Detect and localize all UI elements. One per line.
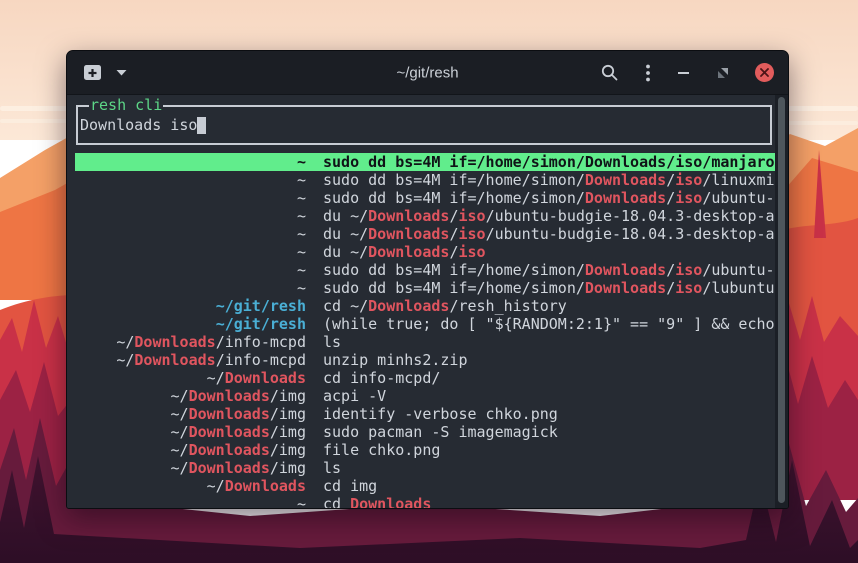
history-row-command: sudo dd bs=4M if=/home/simon/Downloads/i… [323, 171, 776, 189]
history-row-command: cd ~/Downloads/resh_history [323, 297, 776, 315]
history-row[interactable]: ~/Downloads/img acpi -V [75, 387, 776, 405]
chevron-down-icon [116, 69, 127, 76]
history-row[interactable]: ~ du ~/Downloads/iso/ubuntu-budgie-18.04.… [75, 207, 776, 225]
scrollbar-track[interactable] [775, 95, 788, 509]
history-row-command: sudo dd bs=4M if=/home/simon/Downloads/i… [323, 261, 776, 279]
history-row[interactable]: ~ du ~/Downloads/iso [75, 243, 776, 261]
history-row-path: ~/git/resh [75, 297, 306, 315]
minimize-button[interactable] [676, 69, 691, 77]
titlebar-left-controls [81, 62, 129, 83]
history-row-path: ~/git/resh [75, 315, 306, 333]
history-row[interactable]: ~/git/resh (while true; do [ "${RANDOM:2:… [75, 315, 776, 333]
history-row-path: ~ [75, 153, 306, 171]
search-button[interactable] [599, 62, 620, 83]
history-row-path: ~/Downloads/img [75, 441, 306, 459]
history-row-path: ~/Downloads/img [75, 387, 306, 405]
history-row-command: sudo pacman -S imagemagick [323, 423, 776, 441]
history-list: ~ sudo dd bs=4M if=/home/simon/Downloads/… [75, 153, 776, 509]
search-query-input[interactable]: Downloads iso [78, 107, 770, 143]
history-row[interactable]: ~ sudo dd bs=4M if=/home/simon/Downloads/… [75, 261, 776, 279]
history-row[interactable]: ~ cd Downloads [75, 495, 776, 509]
history-row-path: ~/Downloads/info-mcpd [75, 333, 306, 351]
history-row-command: sudo dd bs=4M if=/home/simon/Downloads/i… [323, 189, 776, 207]
close-icon [760, 68, 769, 77]
history-row-path: ~ [75, 279, 306, 297]
restore-icon [717, 67, 729, 79]
search-query-text: Downloads iso [80, 116, 197, 134]
history-row-path: ~ [75, 495, 306, 509]
history-row-path: ~/Downloads [75, 369, 306, 387]
history-row-command: file chko.png [323, 441, 776, 459]
history-row-path: ~ [75, 261, 306, 279]
history-row-command: sudo dd bs=4M if=/home/simon/Downloads/i… [323, 279, 776, 297]
terminal-window: ~/git/resh [66, 50, 789, 509]
titlebar: ~/git/resh [67, 51, 788, 95]
history-row-command: (while true; do [ "${RANDOM:2:1}" == "9"… [323, 315, 776, 333]
history-row-path: ~/Downloads/img [75, 405, 306, 423]
history-row-command: identify -verbose chko.png [323, 405, 776, 423]
terminal-content: resh cli Downloads iso ~ sudo dd bs=4M if… [67, 95, 788, 509]
history-row-command: ls [323, 459, 776, 477]
history-row-path: ~/Downloads/info-mcpd [75, 351, 306, 369]
history-row-command: acpi -V [323, 387, 776, 405]
resh-search-panel: resh cli Downloads iso [76, 105, 772, 145]
history-row[interactable]: ~/Downloads cd info-mcpd/ [75, 369, 776, 387]
menu-button[interactable] [644, 62, 652, 84]
tab-chooser-button[interactable] [114, 67, 129, 78]
history-row[interactable]: ~/Downloads/img identify -verbose chko.pn… [75, 405, 776, 423]
new-tab-icon [83, 64, 102, 81]
history-row[interactable]: ~/Downloads/img ls [75, 459, 776, 477]
history-row[interactable]: ~ sudo dd bs=4M if=/home/simon/Downloads/… [75, 189, 776, 207]
history-row[interactable]: ~ sudo dd bs=4M if=/home/simon/Downloads/… [75, 171, 776, 189]
restore-button[interactable] [715, 65, 731, 81]
history-row-path: ~ [75, 225, 306, 243]
history-row[interactable]: ~/Downloads/info-mcpd ls [75, 333, 776, 351]
scrollbar-thumb[interactable] [778, 97, 785, 503]
history-row-path: ~/Downloads/img [75, 459, 306, 477]
history-row[interactable]: ~/Downloads cd img [75, 477, 776, 495]
history-row-path: ~ [75, 171, 306, 189]
history-row-path: ~ [75, 189, 306, 207]
text-cursor [197, 117, 206, 134]
history-row-command: sudo dd bs=4M if=/home/simon/Downloads/i… [323, 153, 776, 171]
history-row-command: cd info-mcpd/ [323, 369, 776, 387]
history-row-command: du ~/Downloads/iso/ubuntu-budgie-18.04.3… [323, 207, 776, 225]
history-row[interactable]: ~/Downloads/img file chko.png [75, 441, 776, 459]
history-row-command: cd Downloads [323, 495, 776, 509]
kebab-menu-icon [646, 64, 650, 82]
history-row-command: du ~/Downloads/iso [323, 243, 776, 261]
history-row-command: du ~/Downloads/iso/ubuntu-budgie-18.04.3… [323, 225, 776, 243]
history-row[interactable]: ~ sudo dd bs=4M if=/home/simon/Downloads/… [75, 153, 776, 171]
search-icon [601, 64, 618, 81]
history-row[interactable]: ~/Downloads/img sudo pacman -S imagemagic… [75, 423, 776, 441]
history-row-command: unzip minhs2.zip [323, 351, 776, 369]
history-row-command: ls [323, 333, 776, 351]
minimize-icon [678, 71, 689, 75]
history-row[interactable]: ~/git/resh cd ~/Downloads/resh_history [75, 297, 776, 315]
history-row-path: ~ [75, 207, 306, 225]
window-title: ~/git/resh [396, 64, 458, 81]
titlebar-right-controls [599, 62, 774, 84]
new-tab-button[interactable] [81, 62, 104, 83]
close-button[interactable] [755, 63, 774, 82]
history-row-command: cd img [323, 477, 776, 495]
desktop: ~/git/resh [0, 0, 858, 563]
history-row-path: ~ [75, 243, 306, 261]
history-row[interactable]: ~ sudo dd bs=4M if=/home/simon/Downloads/… [75, 279, 776, 297]
history-row[interactable]: ~/Downloads/info-mcpd unzip minhs2.zip [75, 351, 776, 369]
history-row-path: ~/Downloads [75, 477, 306, 495]
history-row[interactable]: ~ du ~/Downloads/iso/ubuntu-budgie-18.04.… [75, 225, 776, 243]
resh-panel-title: resh cli [89, 96, 163, 114]
history-row-path: ~/Downloads/img [75, 423, 306, 441]
